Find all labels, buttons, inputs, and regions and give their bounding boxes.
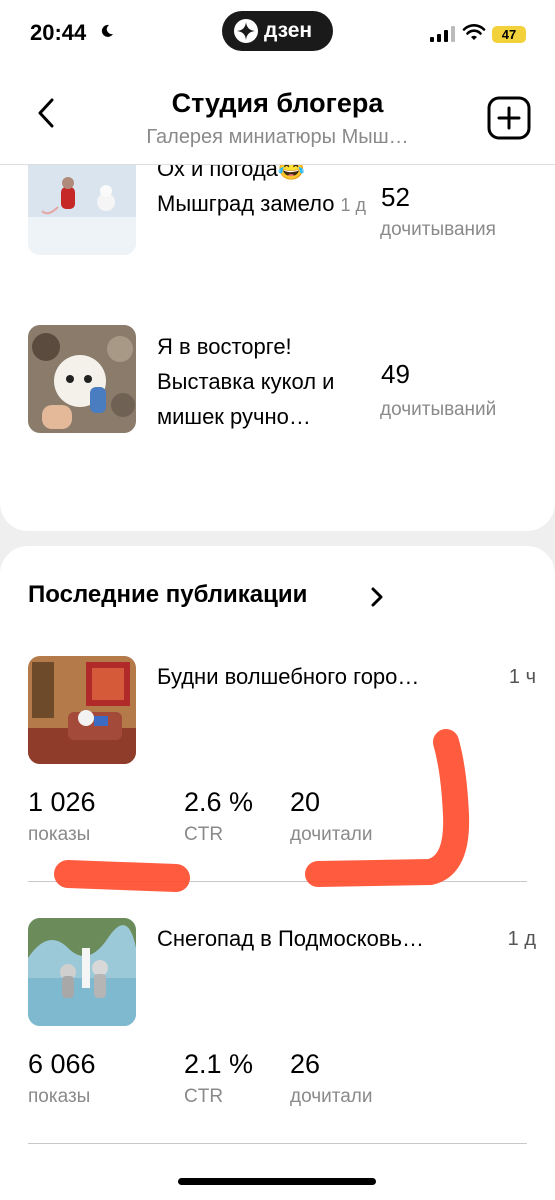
ctr-value: 2.6 % [184,787,254,817]
reads-count: 49 [381,359,410,389]
recent-publications-card: Последние публикации Будни волшебного го… [0,546,555,1200]
ctr-value: 2.1 % [184,1049,254,1079]
reads-label: дочитывания [380,219,496,240]
divider [28,881,527,882]
add-publication-button[interactable] [487,96,531,140]
reads-count: 52 [381,182,410,212]
article-title: Ох и погода😂 Мышград замело 1 д [157,165,372,223]
status-time: 20:44 [30,20,87,45]
publication-title: Снегопад в Подмосковь… [157,926,424,951]
reads-count: 20 [290,787,321,817]
article-thumbnail [28,325,136,433]
publication-thumbnail [28,656,136,764]
publication-item[interactable]: Снегопад в Подмосковь… 1 д 6 066 показы … [0,916,555,1146]
publication-time: 1 ч [508,666,536,688]
moon-icon [101,24,113,37]
publication-thumbnail [28,918,136,1026]
reads-label: дочитываний [380,399,497,420]
dzen-logo[interactable]: дзен [222,11,333,51]
wifi-icon [462,24,486,40]
views-label: показы [28,824,91,845]
section-title[interactable]: Последние публикации [28,581,307,609]
views-count: 6 066 [28,1049,96,1079]
ctr-label: CTR [184,1086,224,1107]
views-count: 1 026 [28,787,96,817]
views-label: показы [28,1086,91,1107]
divider [28,1143,527,1144]
top-articles-card: Ох и погода😂 Мышград замело 1 д 52 дочиты… [0,165,555,531]
reads-count: 26 [290,1049,321,1079]
battery-indicator: 47 [492,26,526,43]
reads-label: дочитали [290,824,373,845]
home-indicator[interactable] [178,1178,376,1185]
top-article-item[interactable]: Я в восторге! Выставка кукол и мишек руч… [0,315,555,445]
article-title: Я в восторге! Выставка кукол и мишек руч… [157,334,335,429]
cellular-signal-icon [430,26,455,42]
article-title-text: Ох и погода😂 Мышград замело [157,165,335,216]
publication-item[interactable]: Будни волшебного горо… 1 ч 1 026 показы … [0,654,555,884]
page-title: Студия блогера [171,88,384,118]
publication-time: 1 д [507,928,536,950]
ctr-label: CTR [184,824,224,845]
channel-subtitle[interactable]: Галерея миниатюры Мыш… [0,126,555,149]
top-article-item[interactable]: Ох и погода😂 Мышград замело 1 д 52 дочиты… [0,165,555,275]
reads-label: дочитали [290,1086,373,1107]
chevron-right-icon[interactable] [370,586,384,608]
article-thumbnail [28,165,136,255]
nav-header: Студия блогера Галерея миниатюры Мыш… [0,70,555,165]
publication-title: Будни волшебного горо… [157,664,420,689]
article-age: 1 д [340,195,367,215]
dzen-brand-text: дзен [264,19,313,42]
status-bar: 20:44 дзен 47 [0,0,555,70]
dzen-star-icon [234,19,258,43]
